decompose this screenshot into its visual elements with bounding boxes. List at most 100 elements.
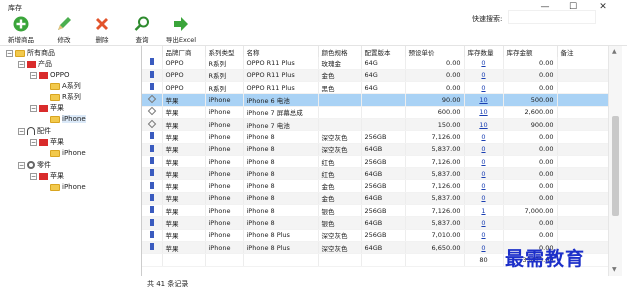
cell-qty[interactable]: 0 bbox=[464, 229, 504, 242]
cell-color: 深空灰色 bbox=[318, 241, 362, 255]
col-header-series[interactable]: 系列类型 bbox=[205, 46, 244, 57]
scroll-up-icon[interactable]: ▲ bbox=[612, 48, 617, 55]
tree-node-r-series[interactable]: R系列 bbox=[50, 92, 81, 102]
cell-qty[interactable]: 0 bbox=[464, 155, 504, 169]
cell-qty[interactable]: 0 bbox=[464, 192, 504, 206]
cell-qty[interactable]: 1 bbox=[464, 204, 504, 218]
col-header-price[interactable]: 预设单价 bbox=[405, 46, 465, 57]
collapse-icon[interactable]: − bbox=[30, 138, 37, 146]
cell-name: iPhone 8 bbox=[243, 204, 319, 218]
cell-qty[interactable]: 0 bbox=[464, 179, 504, 193]
tree-node-all-products[interactable]: − 所有商品 bbox=[6, 48, 55, 58]
col-header-qty[interactable]: 库存数量 bbox=[464, 46, 504, 57]
row-indicator[interactable] bbox=[142, 143, 163, 156]
row-indicator[interactable] bbox=[142, 241, 163, 255]
row-indicator[interactable] bbox=[142, 167, 163, 181]
table-row[interactable]: 苹果 iPhone iPhone 8 Plus 深空灰色 256GB 7,010.00 0 0… bbox=[142, 229, 608, 242]
table-row[interactable]: 苹果 iPhone iPhone 8 银色 64GB 5,837.00 0 0.00 bbox=[142, 216, 608, 230]
cell-qty[interactable]: 0 bbox=[464, 167, 504, 181]
tree-node-apple[interactable]: − 苹果 bbox=[30, 171, 64, 181]
row-indicator[interactable] bbox=[142, 106, 163, 119]
table-row[interactable]: 苹果 iPhone iPhone 8 深空灰色 256GB 7,126.00 0 0.00 bbox=[142, 130, 608, 144]
tree-node-parts[interactable]: − 零件 bbox=[18, 160, 51, 170]
tree-node-apple[interactable]: − 苹果 bbox=[30, 103, 64, 113]
cell-qty[interactable]: 0 bbox=[464, 216, 504, 230]
col-header-name[interactable]: 名称 bbox=[243, 46, 319, 57]
col-header-brand[interactable]: 品牌厂商 bbox=[162, 46, 206, 57]
edit-pen-icon bbox=[147, 94, 156, 104]
table-row[interactable]: 苹果 iPhone iPhone 7 电池 150.00 10 900.00 bbox=[142, 118, 608, 132]
col-header-color[interactable]: 颜色规格 bbox=[318, 46, 362, 57]
scroll-down-icon[interactable]: ▼ bbox=[612, 266, 617, 273]
row-indicator[interactable] bbox=[142, 229, 163, 242]
cell-qty[interactable]: 10 bbox=[464, 106, 504, 119]
tree-node-accessories[interactable]: − 配件 bbox=[18, 126, 51, 136]
cell-qty[interactable]: 0 bbox=[464, 57, 504, 70]
delete-button[interactable]: 删除 bbox=[85, 16, 119, 44]
cell-series: iPhone bbox=[205, 155, 244, 169]
row-indicator[interactable] bbox=[142, 216, 163, 230]
table-row[interactable]: 苹果 iPhone iPhone 8 红色 256GB 7,126.00 0 0.00 bbox=[142, 155, 608, 169]
edit-button[interactable]: 修改 bbox=[47, 16, 81, 44]
collapse-icon[interactable]: − bbox=[18, 127, 25, 135]
table-row[interactable]: OPPO R系列 OPPO R11 Plus 金色 64G 0.00 0 0.00 bbox=[142, 69, 608, 83]
tree-node-iphone[interactable]: iPhone bbox=[50, 182, 86, 192]
col-header-amount[interactable]: 库存金额 bbox=[503, 46, 558, 57]
collapse-icon[interactable]: − bbox=[6, 49, 13, 57]
table-row[interactable]: OPPO R系列 OPPO R11 Plus 黑色 64G 0.00 0 0.00 bbox=[142, 81, 608, 95]
cell-series: iPhone bbox=[205, 229, 244, 242]
tree-node-a-series[interactable]: A系列 bbox=[50, 81, 81, 91]
cell-brand: 苹果 bbox=[162, 204, 206, 218]
collapse-icon[interactable]: − bbox=[30, 104, 37, 112]
table-row[interactable]: 苹果 iPhone iPhone 8 银色 256GB 7,126.00 1 7,000.00 bbox=[142, 204, 608, 218]
table-row[interactable]: 苹果 iPhone iPhone 8 金色 256GB 7,126.00 0 0.00 bbox=[142, 179, 608, 193]
add-product-button[interactable]: 新增商品 bbox=[4, 16, 38, 44]
cell-qty[interactable]: 0 bbox=[464, 143, 504, 156]
collapse-icon[interactable]: − bbox=[30, 71, 37, 79]
tree-node-products[interactable]: − 产品 bbox=[18, 59, 52, 69]
col-header-config[interactable]: 配置版本 bbox=[361, 46, 406, 57]
collapse-icon[interactable]: − bbox=[30, 172, 37, 180]
quick-search-input[interactable] bbox=[508, 10, 596, 24]
table-row[interactable]: OPPO R系列 OPPO R11 Plus 玫瑰金 64G 0.00 0 0.00 bbox=[142, 57, 608, 70]
row-indicator[interactable] bbox=[142, 57, 163, 70]
cell-name: iPhone 8 Plus bbox=[243, 229, 319, 242]
table-row[interactable]: 苹果 iPhone iPhone 8 深空灰色 64GB 5,837.00 0 0.00 bbox=[142, 143, 608, 156]
collapse-icon[interactable]: − bbox=[18, 60, 25, 68]
table-row[interactable]: 苹果 iPhone iPhone 8 红色 64GB 5,837.00 0 0.00 bbox=[142, 167, 608, 181]
row-indicator[interactable] bbox=[142, 192, 163, 206]
row-indicator[interactable] bbox=[142, 118, 163, 132]
scrollbar-thumb[interactable] bbox=[612, 116, 619, 216]
cell-qty[interactable]: 0 bbox=[464, 69, 504, 83]
search-button[interactable]: 查询 bbox=[125, 16, 159, 44]
cell-price: 150.00 bbox=[405, 118, 465, 132]
vertical-scrollbar[interactable]: ▲ ▼ bbox=[608, 46, 622, 276]
tree-node-iphone[interactable]: iPhone bbox=[50, 114, 86, 124]
tree-node-iphone[interactable]: iPhone bbox=[50, 148, 86, 158]
cell-qty[interactable]: 0 bbox=[464, 81, 504, 95]
cell-qty[interactable]: 10 bbox=[464, 118, 504, 132]
cell-qty[interactable]: 0 bbox=[464, 241, 504, 255]
row-indicator[interactable] bbox=[142, 204, 163, 218]
tree-node-apple[interactable]: − 苹果 bbox=[30, 137, 64, 147]
row-indicator[interactable] bbox=[142, 93, 163, 107]
row-indicator[interactable] bbox=[142, 81, 163, 95]
tree-node-oppo[interactable]: − OPPO bbox=[30, 70, 69, 80]
table-row[interactable]: 苹果 iPhone iPhone 6 电池 90.00 10 500.00 bbox=[142, 93, 608, 107]
row-indicator[interactable] bbox=[142, 179, 163, 193]
cell-qty[interactable]: 10 bbox=[464, 93, 504, 107]
cell-brand: 苹果 bbox=[162, 130, 206, 144]
cell-qty[interactable]: 0 bbox=[464, 130, 504, 144]
cell-price: 600.00 bbox=[405, 106, 465, 119]
collapse-icon[interactable]: − bbox=[18, 161, 25, 169]
cell-name: iPhone 8 bbox=[243, 179, 319, 193]
cell-amount: 0.00 bbox=[503, 155, 558, 169]
row-indicator[interactable] bbox=[142, 155, 163, 169]
export-excel-button[interactable]: 导出Excel bbox=[164, 16, 198, 44]
col-header-note[interactable]: 备注 bbox=[557, 46, 608, 57]
row-indicator[interactable] bbox=[142, 69, 163, 83]
cell-note bbox=[557, 69, 608, 83]
row-indicator[interactable] bbox=[142, 130, 163, 144]
table-row[interactable]: 苹果 iPhone iPhone 7 屏幕总成 600.00 10 2,600.00 bbox=[142, 106, 608, 119]
table-row[interactable]: 苹果 iPhone iPhone 8 金色 64GB 5,837.00 0 0.00 bbox=[142, 192, 608, 206]
